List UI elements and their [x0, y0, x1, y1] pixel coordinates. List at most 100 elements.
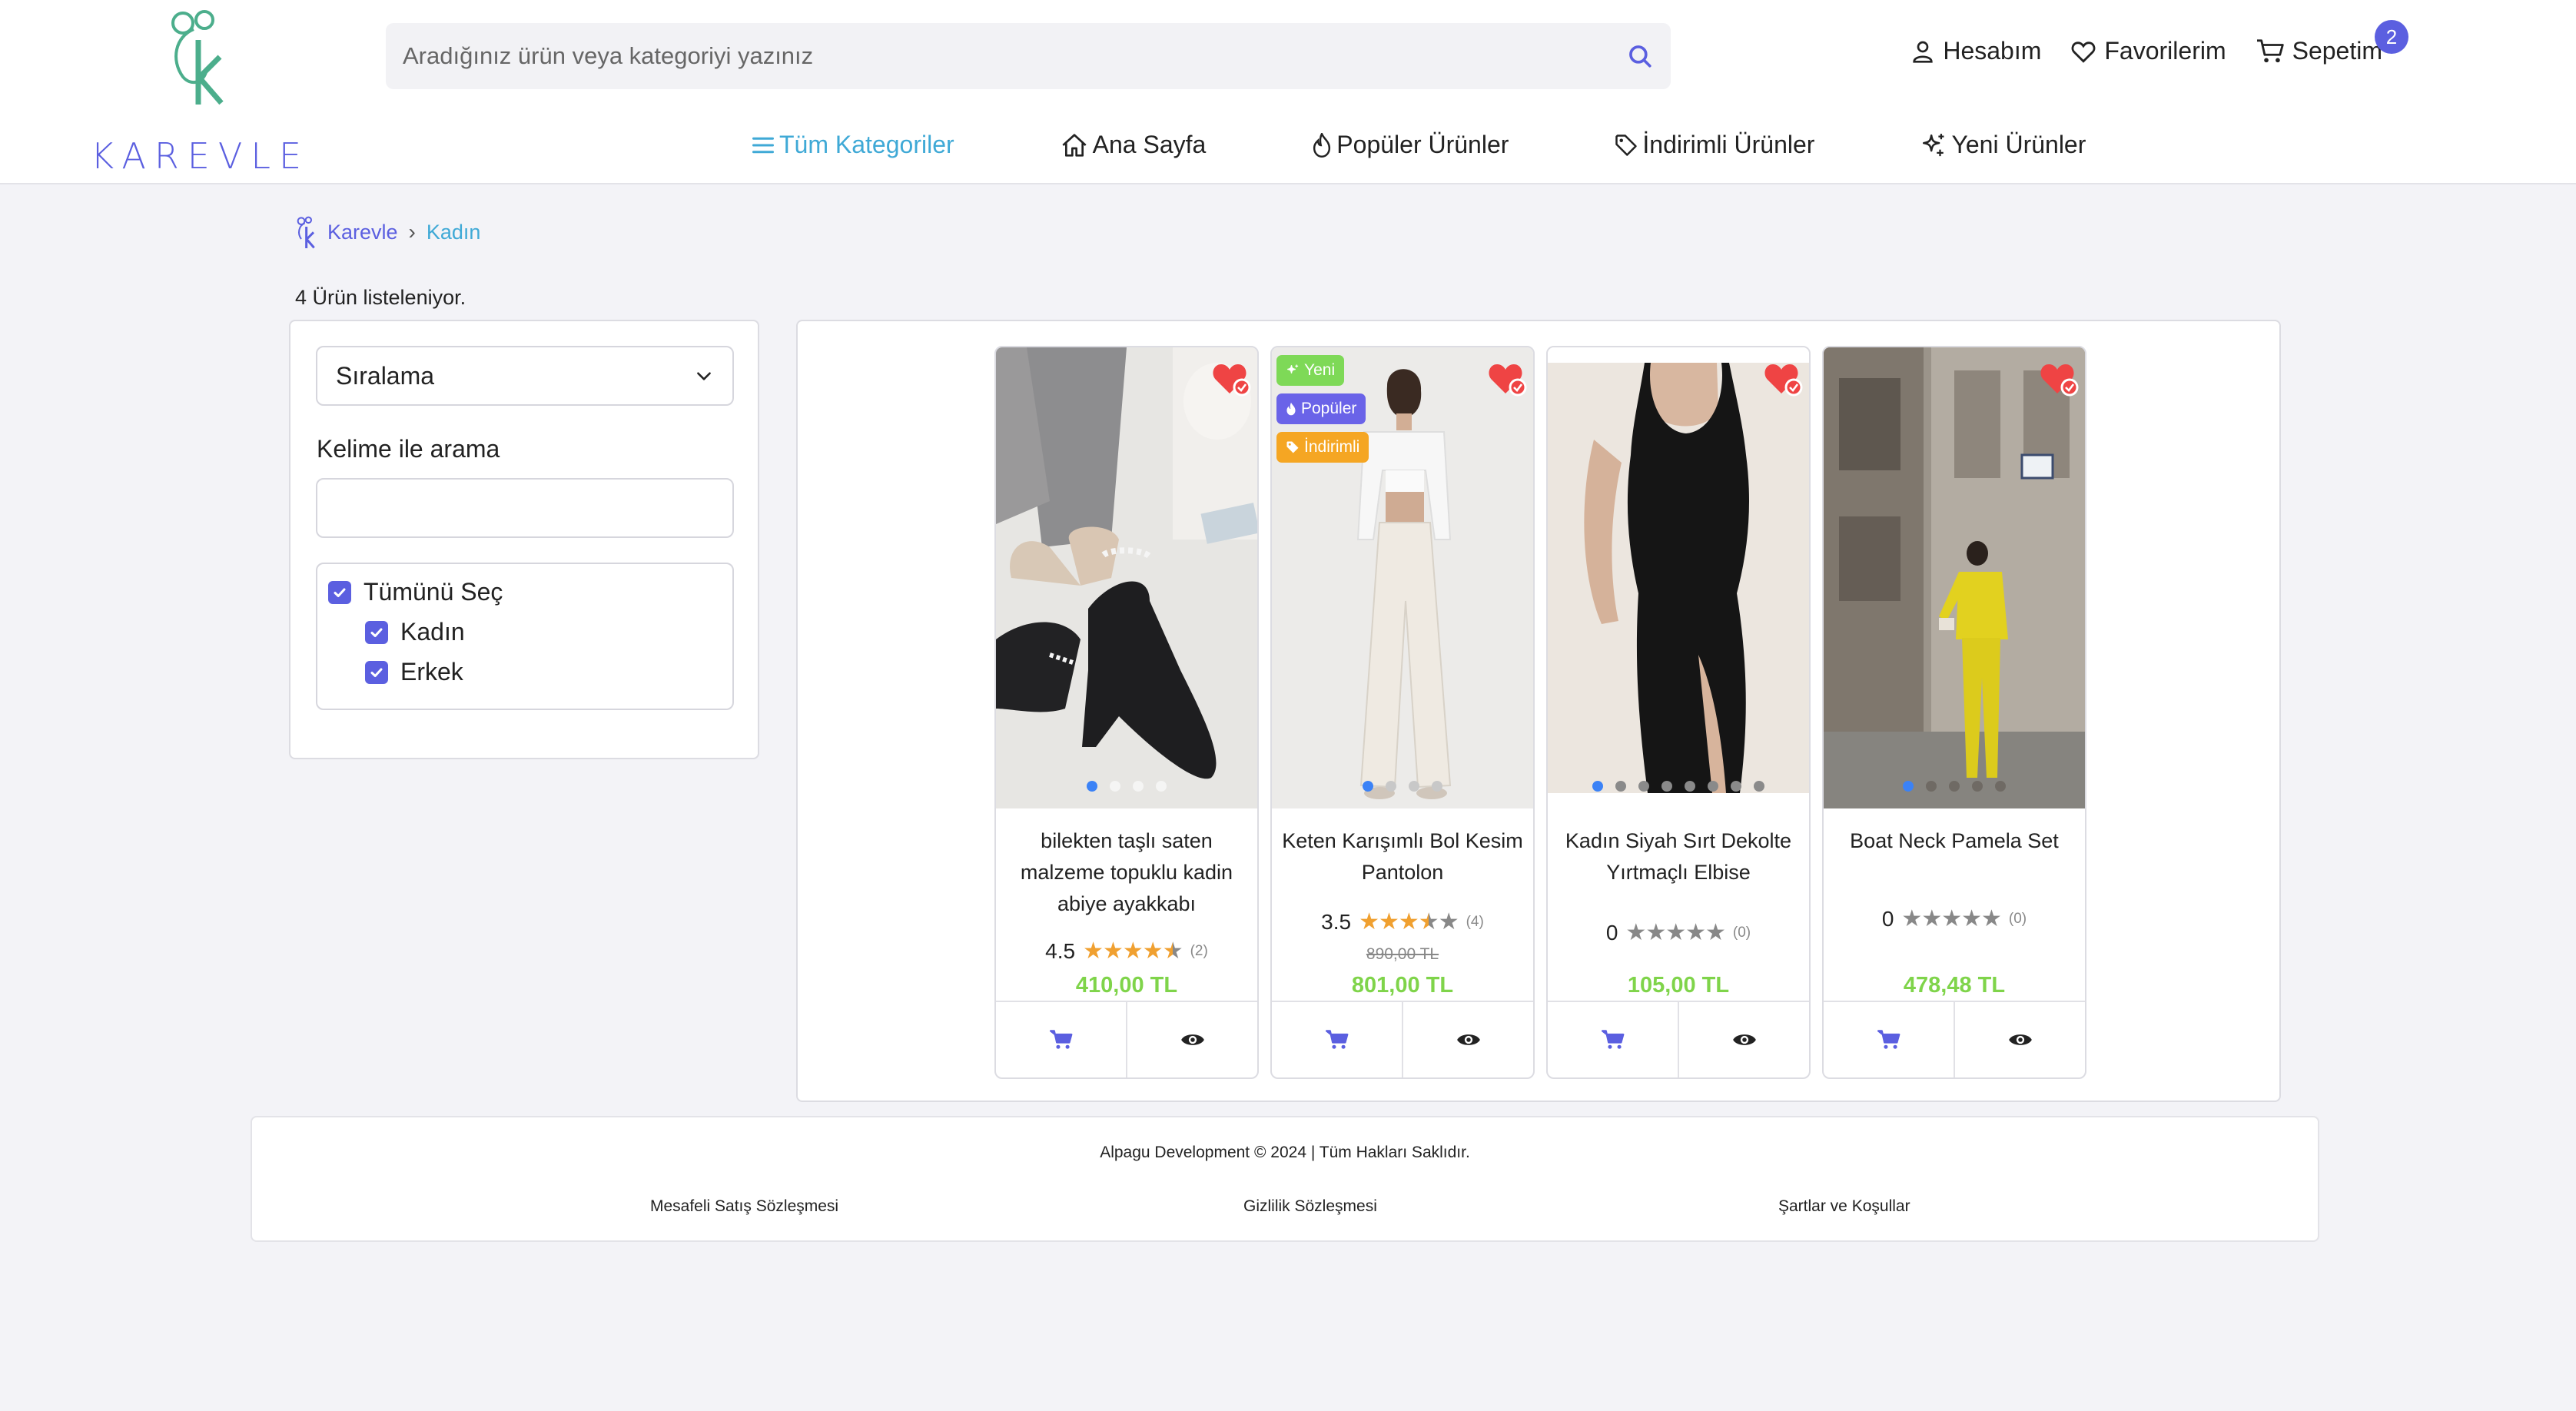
- quick-view-button[interactable]: [1402, 1002, 1533, 1077]
- carousel-dot[interactable]: [1432, 781, 1442, 792]
- carousel-dot[interactable]: [1363, 781, 1373, 792]
- product-title[interactable]: Kadın Siyah Sırt Dekolte Yırtmaçlı Elbis…: [1555, 825, 1801, 888]
- koala-k-icon: [297, 216, 315, 249]
- nav-discounted[interactable]: İndirimli Ürünler: [1615, 131, 1814, 159]
- product-price: 410,00 TL: [1075, 973, 1178, 998]
- carousel-dot[interactable]: [1754, 781, 1764, 792]
- tag-icon: [1615, 134, 1638, 156]
- carousel-dots[interactable]: [1272, 781, 1533, 792]
- add-to-cart-button[interactable]: [1824, 1002, 1954, 1077]
- category-checkbox-erkek[interactable]: Erkek: [365, 658, 463, 686]
- brand-logo[interactable]: KAREVLE: [91, 6, 301, 177]
- add-to-cart-button[interactable]: [996, 1002, 1126, 1077]
- sort-select[interactable]: Sıralama: [316, 346, 734, 406]
- carousel-dot[interactable]: [1926, 781, 1937, 792]
- carousel-dot[interactable]: [1156, 781, 1167, 792]
- checkbox-checked-icon: [328, 580, 351, 604]
- fire-icon: [1313, 132, 1331, 158]
- quick-view-button[interactable]: [1126, 1002, 1257, 1077]
- select-all-checkbox[interactable]: Tümünü Seç: [328, 578, 503, 606]
- carousel-dot[interactable]: [1386, 781, 1396, 792]
- carousel-dot[interactable]: [1995, 781, 2006, 792]
- footer-link-terms[interactable]: Şartlar ve Koşullar: [1778, 1197, 1910, 1216]
- nav-all-categories[interactable]: Tüm Kategoriler: [752, 131, 954, 159]
- product-card[interactable]: Kadın Siyah Sırt Dekolte Yırtmaçlı Elbis…: [1546, 346, 1811, 1079]
- site-footer: Alpagu Development © 2024 | Tüm Hakları …: [251, 1116, 2319, 1242]
- site-header: KAREVLE Hesabım Favorilerim: [0, 0, 2576, 184]
- product-title[interactable]: Boat Neck Pamela Set: [1831, 825, 2077, 857]
- tag-new: Yeni: [1276, 355, 1345, 386]
- carousel-dots[interactable]: [1548, 781, 1809, 792]
- carousel-dot[interactable]: [1685, 781, 1695, 792]
- breadcrumb-current[interactable]: Kadın: [427, 221, 481, 244]
- nav-popular-label: Popüler Ürünler: [1336, 131, 1509, 158]
- brand-name: KAREVLE: [91, 135, 310, 177]
- carousel-dot[interactable]: [1110, 781, 1120, 792]
- checkbox-checked-icon: [365, 620, 388, 644]
- carousel-dot[interactable]: [1638, 781, 1649, 792]
- star-rating-icon: ★★★★★: [1083, 938, 1183, 964]
- breadcrumb: Karevle › Kadın: [294, 215, 480, 249]
- carousel-dots[interactable]: [1824, 781, 2085, 792]
- carousel-dot[interactable]: [1087, 781, 1097, 792]
- favorites-link[interactable]: Favorilerim: [2070, 37, 2226, 65]
- add-to-cart-button[interactable]: [1272, 1002, 1402, 1077]
- quick-view-button[interactable]: [1954, 1002, 2085, 1077]
- nav-home-label: Ana Sayfa: [1092, 131, 1207, 158]
- carousel-dot[interactable]: [1661, 781, 1672, 792]
- carousel-dot[interactable]: [1903, 781, 1914, 792]
- nav-home[interactable]: Ana Sayfa: [1061, 131, 1207, 159]
- card-actions: [1548, 1001, 1809, 1077]
- select-all-label: Tümünü Seç: [363, 578, 503, 606]
- product-image-carousel[interactable]: [1548, 347, 1809, 808]
- quick-view-button[interactable]: [1678, 1002, 1809, 1077]
- product-old-price: 890,00 TL: [1366, 945, 1439, 963]
- search-button[interactable]: [1609, 23, 1671, 89]
- account-link[interactable]: Hesabım: [1910, 37, 2041, 65]
- keyword-search-input[interactable]: [316, 478, 734, 538]
- chevron-right-icon: ›: [408, 220, 416, 244]
- tag-label: İndirimli: [1304, 438, 1360, 456]
- nav-new-label: Yeni Ürünler: [1951, 131, 2086, 158]
- footer-link-privacy[interactable]: Gizlilik Sözleşmesi: [1243, 1197, 1377, 1216]
- category-checkbox-kadin[interactable]: Kadın: [365, 618, 465, 646]
- category-label: Erkek: [400, 658, 463, 686]
- carousel-dots[interactable]: [996, 781, 1257, 792]
- product-title[interactable]: Keten Karışımlı Bol Kesim Pantolon: [1280, 825, 1525, 888]
- tag-label: Yeni: [1304, 361, 1336, 379]
- breadcrumb-home[interactable]: Karevle: [327, 221, 398, 244]
- home-icon: [1062, 133, 1087, 157]
- carousel-dot[interactable]: [1592, 781, 1603, 792]
- card-actions: [1272, 1001, 1533, 1077]
- tag-icon: [1286, 441, 1299, 453]
- footer-link-distance-sales[interactable]: Mesafeli Satış Sözleşmesi: [650, 1197, 838, 1216]
- product-title[interactable]: bilekten taşlı saten malzeme topuklu kad…: [1004, 825, 1250, 920]
- product-card[interactable]: bilekten taşlı saten malzeme topuklu kad…: [994, 346, 1259, 1079]
- eye-icon: [1180, 1034, 1204, 1045]
- product-card[interactable]: Boat Neck Pamela Set 0 ★★★★★ (0) 478,48 …: [1822, 346, 2086, 1079]
- product-image-carousel[interactable]: [1824, 347, 2085, 808]
- carousel-dot[interactable]: [1731, 781, 1741, 792]
- favorite-heart-icon[interactable]: [2039, 361, 2079, 397]
- add-to-cart-button[interactable]: [1548, 1002, 1678, 1077]
- menu-icon: [752, 137, 774, 153]
- favorite-heart-icon[interactable]: [1211, 361, 1251, 397]
- product-image-carousel[interactable]: [996, 347, 1257, 808]
- product-card[interactable]: Yeni Popüler İndirimli Keten Karışımlı B…: [1270, 346, 1535, 1079]
- carousel-dot[interactable]: [1708, 781, 1718, 792]
- carousel-dot[interactable]: [1972, 781, 1983, 792]
- product-image-carousel[interactable]: Yeni Popüler İndirimli: [1272, 347, 1533, 808]
- favorite-heart-icon[interactable]: [1487, 361, 1527, 397]
- carousel-dot[interactable]: [1949, 781, 1960, 792]
- review-count: (0): [1732, 924, 1751, 941]
- favorite-heart-icon[interactable]: [1763, 361, 1803, 397]
- carousel-dot[interactable]: [1133, 781, 1144, 792]
- rating-value: 4.5: [1045, 938, 1076, 963]
- carousel-dot[interactable]: [1409, 781, 1419, 792]
- nav-popular[interactable]: Popüler Ürünler: [1312, 131, 1509, 159]
- search-input[interactable]: [386, 23, 1609, 89]
- nav-new[interactable]: Yeni Ürünler: [1920, 131, 2086, 159]
- carousel-dot[interactable]: [1615, 781, 1626, 792]
- product-rating: 4.5 ★★★★★ (2): [996, 938, 1257, 964]
- cart-link[interactable]: Sepetim 2: [2256, 20, 2408, 65]
